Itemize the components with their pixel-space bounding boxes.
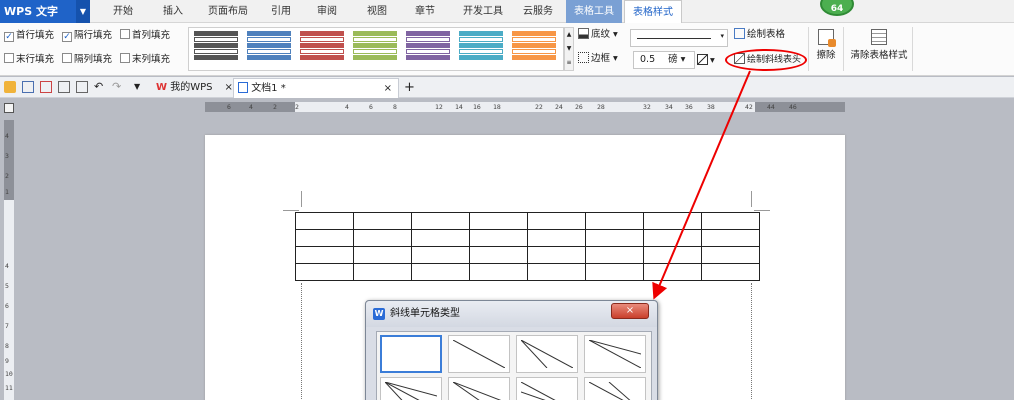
annotation-arrow <box>652 70 751 300</box>
